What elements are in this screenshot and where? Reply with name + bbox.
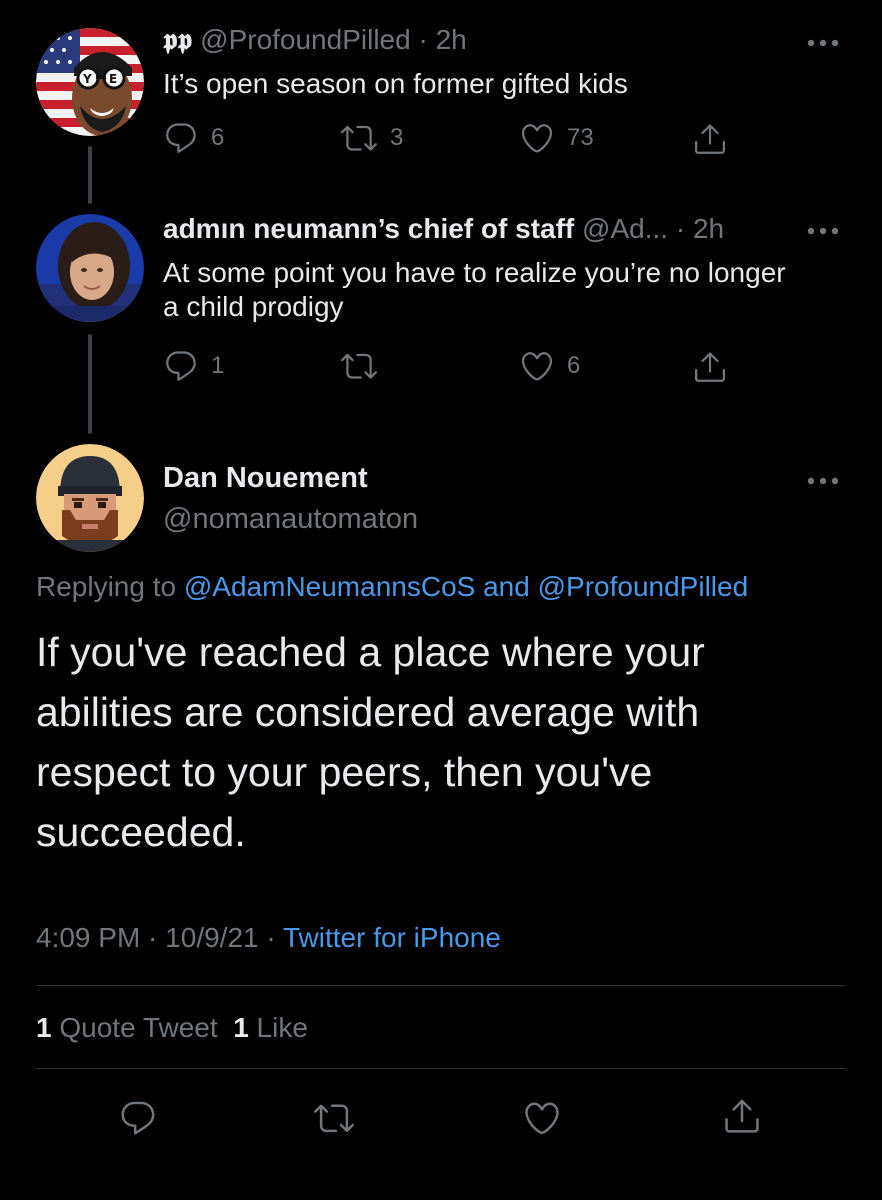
share-icon bbox=[692, 120, 728, 158]
tweet1-reply-count: 6 bbox=[211, 124, 225, 151]
more-icon[interactable] bbox=[806, 226, 840, 236]
tweet2-time[interactable]: 2h bbox=[693, 213, 724, 244]
thread-line bbox=[88, 334, 92, 434]
heart-icon bbox=[519, 120, 555, 156]
tweet1-separator: · bbox=[410, 24, 436, 55]
tweet-source[interactable]: Twitter for iPhone bbox=[283, 922, 501, 953]
main-display-name[interactable]: Dan Nouement bbox=[163, 462, 368, 495]
main-handle[interactable]: @nomanautomaton bbox=[163, 503, 418, 536]
tweet-date[interactable]: 10/9/21 bbox=[165, 922, 258, 953]
svg-text:E: E bbox=[109, 72, 117, 86]
tweet1-retweet-button[interactable]: 3 bbox=[340, 120, 403, 156]
replying-to: Replying to @AdamNeumannsCoS and @Profou… bbox=[36, 571, 748, 603]
tweet2-header: admın neumann’s chief of staff @Ad... · … bbox=[163, 212, 724, 246]
tweet1-reply-button[interactable]: 6 bbox=[163, 120, 224, 156]
tweet1-handle[interactable]: @ProfoundPilled bbox=[200, 24, 411, 55]
tweet1-like-count: 73 bbox=[567, 124, 594, 151]
retweet-icon bbox=[340, 120, 378, 156]
tweet2-handle[interactable]: @Ad... bbox=[582, 213, 668, 244]
like-label: Like bbox=[256, 1012, 308, 1043]
svg-text:Y: Y bbox=[82, 72, 92, 86]
tweet1-retweet-count: 3 bbox=[390, 124, 404, 151]
share-icon bbox=[692, 348, 728, 386]
tweet-stats: 1 Quote Tweet 1 Like bbox=[36, 1012, 308, 1044]
likes-link[interactable]: 1 Like bbox=[233, 1012, 308, 1043]
divider bbox=[36, 985, 846, 986]
tweet2-like-button[interactable]: 6 bbox=[519, 348, 580, 384]
tweet2-reply-button[interactable]: 1 bbox=[163, 348, 224, 384]
tweet2-like-count: 6 bbox=[567, 352, 581, 379]
retweet-icon bbox=[340, 348, 378, 384]
like-count: 1 bbox=[233, 1012, 249, 1043]
share-icon[interactable] bbox=[722, 1096, 762, 1136]
avatar-image: Y E bbox=[36, 28, 144, 136]
tweet1-text: It’s open season on former gifted kids bbox=[163, 68, 628, 99]
reply-mention-adamneumannscos[interactable]: @AdamNeumannsCoS bbox=[184, 571, 475, 602]
tweet1-time[interactable]: 2h bbox=[436, 24, 467, 55]
tweet1-share-button[interactable] bbox=[692, 120, 728, 158]
main-tweet-text: If you've reached a place where your abi… bbox=[36, 629, 705, 855]
thread-line bbox=[88, 146, 92, 204]
tweet2-retweet-button[interactable] bbox=[340, 348, 390, 384]
meta-separator: · bbox=[258, 922, 283, 953]
replying-prefix: Replying to bbox=[36, 571, 177, 602]
tweet1-header: 𝖕𝖕 @ProfoundPilled · 2h bbox=[163, 23, 467, 57]
heart-icon[interactable] bbox=[522, 1098, 562, 1138]
quote-count: 1 bbox=[36, 1012, 52, 1043]
reply-and[interactable]: and bbox=[483, 571, 530, 602]
divider bbox=[36, 1068, 846, 1069]
tweet2-share-button[interactable] bbox=[692, 348, 728, 386]
tweet-time[interactable]: 4:09 PM bbox=[36, 922, 140, 953]
avatar-image bbox=[36, 214, 144, 322]
avatar-nomanautomaton[interactable] bbox=[36, 444, 144, 552]
reply-icon bbox=[163, 120, 199, 156]
reply-icon[interactable] bbox=[118, 1098, 158, 1138]
tweet2-display-name[interactable]: admın neumann’s chief of staff bbox=[163, 213, 574, 244]
reply-mention-profoundpilled[interactable]: @ProfoundPilled bbox=[538, 571, 749, 602]
tweet1-display-name[interactable]: 𝖕𝖕 bbox=[163, 23, 192, 56]
quote-tweets-link[interactable]: 1 Quote Tweet bbox=[36, 1012, 218, 1043]
quote-label: Quote Tweet bbox=[59, 1012, 218, 1043]
avatar-profoundpilled[interactable]: Y E bbox=[36, 28, 144, 136]
tweet-meta: 4:09 PM · 10/9/21 · Twitter for iPhone bbox=[36, 922, 501, 954]
more-icon[interactable] bbox=[806, 38, 840, 48]
heart-icon bbox=[519, 348, 555, 384]
more-icon[interactable] bbox=[806, 476, 840, 486]
tweet2-separator: · bbox=[668, 213, 693, 244]
meta-separator: · bbox=[140, 922, 166, 953]
retweet-icon[interactable] bbox=[314, 1098, 354, 1138]
reply-icon bbox=[163, 348, 199, 384]
tweet2-text: At some point you have to realize you’re… bbox=[163, 257, 786, 322]
tweet2-reply-count: 1 bbox=[211, 352, 225, 379]
avatar-adamneumannscos[interactable] bbox=[36, 214, 144, 322]
tweet1-like-button[interactable]: 73 bbox=[519, 120, 594, 156]
avatar-image bbox=[36, 444, 144, 552]
